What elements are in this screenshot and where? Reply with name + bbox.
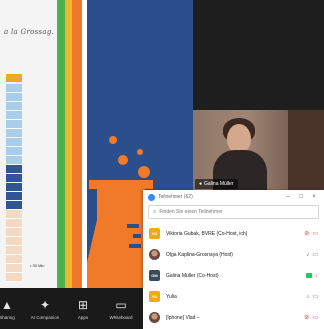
participant-name: Yulia bbox=[166, 293, 177, 300]
participant-avatar: GM bbox=[149, 270, 160, 281]
search-icon: ⌕ bbox=[153, 208, 157, 215]
meeting-toolbar: ▲ Sharing ✦ AI Companion ⊞ Apps ▭ Whiteboard bbox=[0, 288, 143, 329]
panel-title-bar: Teilnehmer (62) – □ × bbox=[143, 190, 324, 204]
document-cell bbox=[6, 174, 22, 183]
participant-row[interactable]: VG Viktoria Gubak, BVRE (Co-Host, ich) ⊘ ▭ bbox=[143, 223, 324, 244]
document-cell bbox=[6, 246, 22, 255]
video-participant-name: Galina Müller bbox=[204, 181, 234, 187]
participant-status: ⊘ ▭ bbox=[304, 230, 318, 237]
mic-icon: ● bbox=[199, 181, 203, 187]
slide-stripe-green bbox=[57, 0, 65, 288]
participant-row[interactable]: [Iphone] Vlad – ⊘ ▭ bbox=[143, 307, 324, 328]
participant-name: Olga Kaplina-Grosnaya (Host) bbox=[166, 251, 233, 258]
document-color-column bbox=[6, 84, 22, 282]
mic-muted-icon: ⊘ bbox=[304, 231, 310, 237]
document-cell bbox=[6, 273, 22, 282]
slide-stripe-orange bbox=[72, 0, 82, 288]
document-cell bbox=[6, 210, 22, 219]
participant-photo bbox=[149, 312, 160, 323]
participant-name: [Iphone] Vlad – bbox=[166, 314, 200, 321]
apps-icon: ⊞ bbox=[77, 297, 89, 312]
panel-title: Teilnehmer (62) bbox=[158, 194, 193, 200]
document-cell bbox=[6, 219, 22, 228]
document-cell bbox=[6, 183, 22, 192]
mic-muted-icon: ⊘ bbox=[304, 315, 310, 321]
participant-name: Galina Müller (Co-Host) bbox=[166, 272, 219, 279]
ai-companion-button[interactable]: ✦ AI Companion bbox=[28, 292, 62, 326]
video-off-icon: ▭ bbox=[312, 315, 318, 321]
document-cell bbox=[6, 102, 22, 111]
video-name-tag: ● Galina Müller bbox=[195, 179, 238, 189]
participant-row[interactable]: GM Galina Müller (Co-Host) ♪ bbox=[143, 265, 324, 286]
document-cell bbox=[6, 84, 22, 93]
document-handwriting: a la Grossag. bbox=[4, 28, 55, 36]
document-cell bbox=[6, 129, 22, 138]
participant-photo bbox=[149, 249, 160, 260]
participants-panel: Teilnehmer (62) – □ × ⌕ VG Viktoria Gubak… bbox=[143, 190, 324, 329]
slide-stripe-yellow bbox=[65, 0, 72, 288]
video-off-icon: ▭ bbox=[312, 294, 318, 300]
toolbar-button-label: AI Companion bbox=[30, 314, 60, 320]
toolbar-button-label: Sharing bbox=[0, 314, 15, 320]
ai-companion-icon: ✦ bbox=[39, 297, 51, 312]
participant-search-input[interactable] bbox=[159, 209, 300, 215]
participant-status: ⊘ ▭ bbox=[304, 314, 318, 321]
whiteboard-icon: ▭ bbox=[115, 297, 127, 312]
toolbar-button-label: Whiteboard bbox=[109, 314, 133, 320]
participant-status: ♪ bbox=[306, 273, 318, 279]
participant-list: VG Viktoria Gubak, BVRE (Co-Host, ich) ⊘ ▭ O… bbox=[143, 223, 324, 328]
document-cell bbox=[6, 264, 22, 273]
document-cell bbox=[6, 201, 22, 210]
document-cell bbox=[6, 120, 22, 129]
video-off-icon: ▭ bbox=[312, 252, 318, 258]
minimize-button[interactable]: – bbox=[283, 194, 293, 200]
participant-avatar: VG bbox=[149, 228, 160, 239]
participant-row[interactable]: YU Yulia ♪ ▭ bbox=[143, 286, 324, 307]
participant-name: Viktoria Gubak, BVRE (Co-Host, ich) bbox=[166, 230, 248, 237]
zoom-logo-icon bbox=[148, 193, 155, 201]
document-cell bbox=[6, 228, 22, 237]
document-cell bbox=[6, 138, 22, 147]
participant-avatar: YU bbox=[149, 291, 160, 302]
participant-row[interactable]: Olga Kaplina-Grosnaya (Host) ♪ ▭ bbox=[143, 244, 324, 265]
video-off-icon: ▭ bbox=[312, 231, 318, 237]
participant-status: ♪ ▭ bbox=[306, 251, 318, 259]
document-cell bbox=[6, 147, 22, 156]
sharing-button[interactable]: ▲ Sharing bbox=[0, 292, 24, 326]
mic-icon: ♪ bbox=[315, 272, 318, 279]
participant-status: ♪ ▭ bbox=[306, 293, 318, 301]
video-tile[interactable]: ● Galina Müller bbox=[193, 110, 324, 190]
maximize-button[interactable]: □ bbox=[296, 194, 306, 200]
document-cell bbox=[6, 237, 22, 246]
toolbar-button-label: Apps bbox=[77, 314, 89, 320]
close-button[interactable]: × bbox=[309, 194, 319, 200]
document-tab-marker bbox=[6, 74, 22, 82]
whiteboard-button[interactable]: ▭ Whiteboard bbox=[104, 292, 138, 326]
video-on-icon bbox=[306, 273, 312, 278]
apps-button[interactable]: ⊞ Apps bbox=[66, 292, 100, 326]
document-note: • 30 Min bbox=[30, 263, 45, 268]
mic-icon: ♪ bbox=[306, 293, 310, 300]
document-cell bbox=[6, 192, 22, 201]
document-cell bbox=[6, 156, 22, 165]
shared-screen-background bbox=[193, 0, 324, 110]
share-icon: ▲ bbox=[1, 297, 13, 312]
document-cell bbox=[6, 111, 22, 120]
mic-icon: ♪ bbox=[306, 251, 310, 258]
participant-search[interactable]: ⌕ bbox=[148, 205, 319, 219]
document-cell bbox=[6, 165, 22, 174]
shared-document: a la Grossag. • 30 Min bbox=[0, 0, 57, 288]
document-cell bbox=[6, 93, 22, 102]
document-cell bbox=[6, 255, 22, 264]
